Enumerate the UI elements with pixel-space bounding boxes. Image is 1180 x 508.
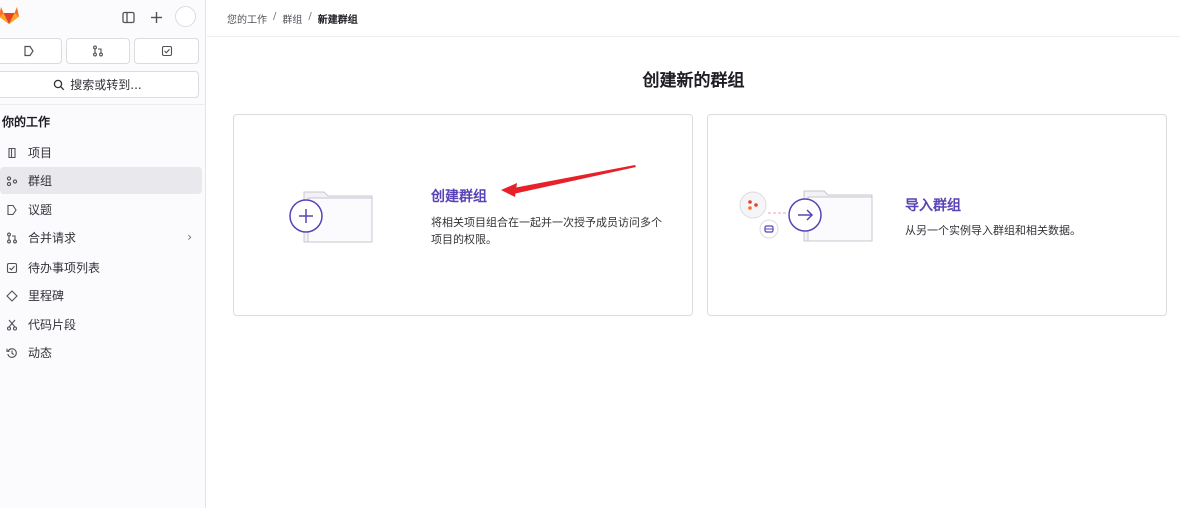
create-group-description-line: 将相关项目组合在一起并一次授予成员访问多个: [431, 216, 662, 229]
create-group-description-line: 项目的权限。: [431, 233, 497, 246]
todo-icon: [161, 45, 172, 57]
group-icon: [5, 174, 19, 188]
import-group-illustration-icon: [739, 190, 873, 242]
create-new-icon[interactable]: [145, 6, 167, 28]
sidebar-item-projects[interactable]: 项目: [0, 139, 202, 166]
import-group-card[interactable]: 导入群组 从另一个实例导入群组和相关数据。: [707, 114, 1167, 316]
sidebar-item-snippets[interactable]: 代码片段: [0, 311, 202, 338]
breadcrumb-separator: /: [273, 11, 277, 22]
top-bar: 您的工作 / 群组 / 新建群组: [207, 0, 1180, 37]
sidebar-item-groups[interactable]: 群组: [0, 167, 202, 194]
sidebar-item-label: 议题: [28, 203, 53, 217]
sidebar-item-label: 待办事项列表: [28, 261, 101, 275]
issues-icon: [5, 203, 19, 217]
folder-plus-illustration-icon: [289, 191, 373, 243]
sidebar-header: [0, 0, 206, 36]
page-title: 创建新的群组: [642, 71, 745, 91]
search-icon: [54, 79, 65, 90]
sidebar: 搜索或转到... 你的工作 项目 群组 议题 合并请求 › 待办事项列表 里程碑…: [0, 0, 206, 508]
sidebar-item-label: 合并请求: [28, 231, 77, 245]
sidebar-divider: [0, 104, 206, 105]
gitlab-logo-icon[interactable]: [0, 5, 20, 25]
todos-counter-button[interactable]: [134, 38, 199, 64]
breadcrumb-separator: /: [308, 11, 312, 22]
issues-icon: [24, 45, 34, 57]
merge-request-icon: [93, 45, 103, 57]
create-group-description: 将相关项目组合在一起并一次授予成员访问多个 项目的权限。: [431, 214, 662, 248]
import-group-title[interactable]: 导入群组: [905, 195, 961, 215]
project-icon: [5, 146, 19, 160]
milestone-icon: [5, 289, 19, 303]
sidebar-item-todo-list[interactable]: 待办事项列表: [0, 254, 202, 281]
chevron-right-icon: ›: [187, 230, 192, 244]
sidebar-item-label: 群组: [28, 174, 53, 188]
sidebar-item-label: 动态: [28, 346, 53, 360]
todo-icon: [5, 261, 19, 275]
user-avatar[interactable]: [175, 6, 196, 27]
breadcrumb: 您的工作 / 群组 / 新建群组: [227, 11, 358, 26]
search-button[interactable]: 搜索或转到...: [0, 71, 199, 98]
merge-request-icon: [5, 231, 19, 245]
sidebar-section-title: 你的工作: [2, 115, 51, 129]
activity-icon: [5, 346, 19, 360]
import-group-description: 从另一个实例导入群组和相关数据。: [905, 224, 1081, 237]
sidebar-counters: [0, 38, 206, 64]
search-button-label: 搜索或转到...: [70, 78, 142, 92]
issues-counter-button[interactable]: [0, 38, 62, 64]
sidebar-item-activity[interactable]: 动态: [0, 339, 202, 366]
sidebar-item-label: 项目: [28, 146, 53, 160]
breadcrumb-your-work[interactable]: 您的工作: [227, 11, 267, 26]
create-group-card[interactable]: 创建群组 将相关项目组合在一起并一次授予成员访问多个 项目的权限。: [233, 114, 693, 316]
toggle-sidebar-icon[interactable]: [117, 6, 139, 28]
create-group-title[interactable]: 创建群组: [431, 186, 487, 206]
sidebar-item-merge-requests[interactable]: 合并请求 ›: [0, 224, 202, 251]
sidebar-item-milestones[interactable]: 里程碑: [0, 282, 202, 309]
breadcrumb-groups[interactable]: 群组: [282, 11, 302, 26]
sidebar-item-issues[interactable]: 议题: [0, 196, 202, 223]
merge-requests-counter-button[interactable]: [66, 38, 130, 64]
breadcrumb-current: 新建群组: [317, 15, 358, 26]
sidebar-item-label: 里程碑: [28, 289, 65, 303]
snippet-icon: [5, 318, 19, 332]
sidebar-item-label: 代码片段: [28, 318, 77, 332]
